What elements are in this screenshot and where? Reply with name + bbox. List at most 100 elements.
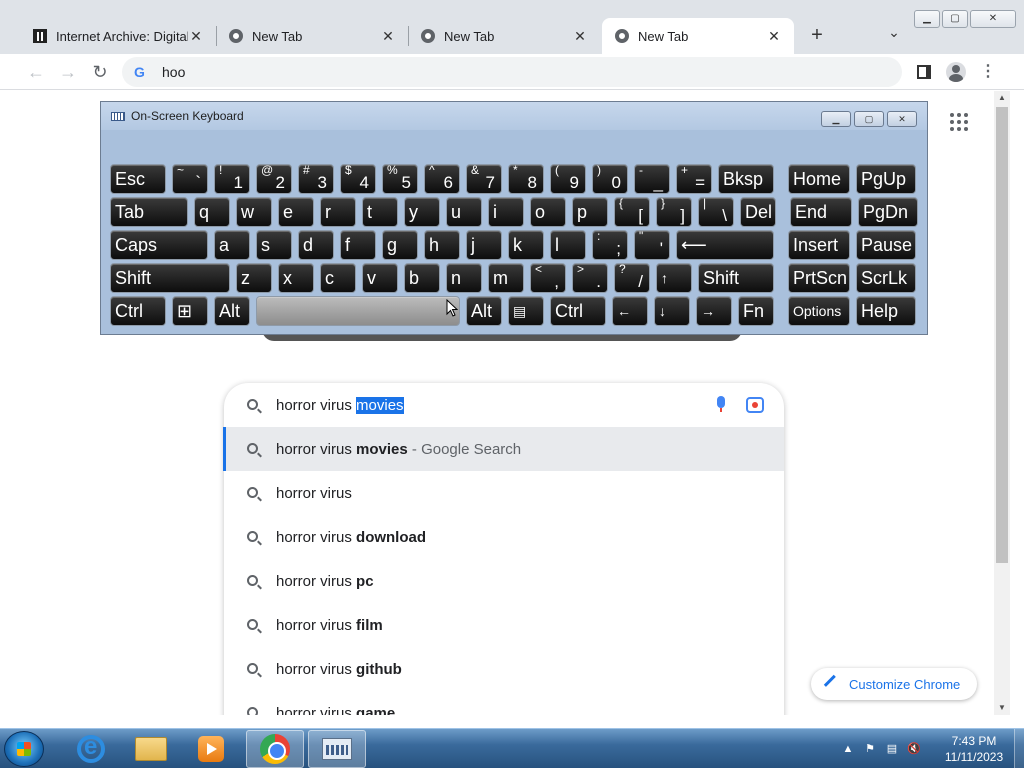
osk-key-6[interactable]: ^ 6 [424,164,460,194]
page-scrollbar[interactable]: ▲ ▼ [994,91,1010,715]
osk-key-2[interactable]: @2 [256,164,292,194]
osk-key-q[interactable]: q [194,197,230,227]
osk-key-o[interactable]: o [530,197,566,227]
start-button[interactable] [4,731,44,767]
osk-key-3[interactable]: #3 [298,164,334,194]
internet-explorer-icon[interactable] [62,730,120,768]
osk-key-g[interactable]: g [382,230,418,260]
osk-key-home[interactable]: Home [788,164,850,194]
osk-key-fn[interactable]: Fn [738,296,774,326]
osk-key-[interactable]: → [696,296,732,326]
osk-key-i[interactable]: i [488,197,524,227]
media-player-icon[interactable] [182,730,240,768]
close-button[interactable]: ✕ [970,10,1016,28]
osk-key-bksp[interactable]: Bksp [718,164,774,194]
osk-key-alt[interactable]: Alt [466,296,502,326]
osk-title-bar[interactable]: On-Screen Keyboard [101,102,927,130]
customize-chrome-button[interactable]: Customize Chrome [811,668,977,700]
osk-key-a[interactable]: a [214,230,250,260]
osk-key-p[interactable]: p [572,197,608,227]
osk-key-scrlk[interactable]: ScrLk [856,263,916,293]
osk-key-[interactable]: ⟵ [676,230,774,260]
osk-key-[interactable]: - _ [634,164,670,194]
osk-key-insert[interactable]: Insert [788,230,850,260]
osk-key-d[interactable]: d [298,230,334,260]
scroll-up-arrow-icon[interactable]: ▲ [994,91,1010,105]
tab-new-tab-1[interactable]: New Tab ✕ [216,18,408,54]
osk-key-space[interactable] [256,296,460,326]
osk-key-prtscn[interactable]: PrtScn [788,263,850,293]
suggestion-item[interactable]: horror virus game [224,691,784,715]
new-tab-button[interactable]: + [806,24,828,46]
file-explorer-icon[interactable] [122,730,180,768]
tab-close-icon[interactable]: ✕ [188,28,204,45]
osk-key-[interactable]: ↑ [656,263,692,293]
osk-key-k[interactable]: k [508,230,544,260]
osk-key-5[interactable]: % 5 [382,164,418,194]
on-screen-keyboard-taskbar-icon[interactable] [308,730,366,768]
osk-key-esc[interactable]: Esc [110,164,166,194]
tab-new-tab-active[interactable]: New Tab ✕ [602,18,794,54]
osk-key-[interactable]: | \ [698,197,734,227]
osk-key-ctrl[interactable]: Ctrl [550,296,606,326]
osk-key-alt[interactable]: Alt [214,296,250,326]
osk-minimize-button[interactable]: ▁ [821,111,851,127]
search-input[interactable]: horror virus movies [224,383,784,427]
osk-key-pause[interactable]: Pause [856,230,916,260]
minimize-button[interactable]: ▁ [914,10,940,28]
chrome-taskbar-icon[interactable] [246,730,304,768]
network-icon[interactable]: ▤ [884,742,900,756]
osk-key-4[interactable]: $4 [340,164,376,194]
osk-key-s[interactable]: s [256,230,292,260]
address-text[interactable]: hoo [162,64,185,80]
tab-internet-archive[interactable]: Internet Archive: Digital ✕ [20,18,216,54]
osk-key-y[interactable]: y [404,197,440,227]
osk-key-[interactable]: >. [572,263,608,293]
back-arrow-icon[interactable]: ← [24,60,48,84]
osk-key-7[interactable]: & 7 [466,164,502,194]
menu-kebab-icon[interactable]: ⋮ [976,60,1000,84]
osk-key-[interactable]: <, [530,263,566,293]
osk-key-n[interactable]: n [446,263,482,293]
profile-avatar-icon[interactable] [944,60,968,84]
osk-close-button[interactable]: ✕ [887,111,917,127]
osk-key-t[interactable]: t [362,197,398,227]
osk-key-[interactable]: ← [612,296,648,326]
osk-key-[interactable]: ⊞ [172,296,208,326]
forward-arrow-icon[interactable]: → [56,60,80,84]
action-center-flag-icon[interactable]: ⚑ [862,742,878,756]
osk-key-[interactable]: " ' [634,230,670,260]
osk-key-9[interactable]: (9 [550,164,586,194]
osk-key-ctrl[interactable]: Ctrl [110,296,166,326]
osk-key-help[interactable]: Help [856,296,916,326]
osk-key-[interactable]: :; [592,230,628,260]
osk-key-end[interactable]: End [790,197,852,227]
osk-key-h[interactable]: h [424,230,460,260]
maximize-button[interactable]: ▢ [942,10,968,28]
osk-key-shift[interactable]: Shift [110,263,230,293]
osk-key-u[interactable]: u [446,197,482,227]
voice-search-mic-icon[interactable] [716,396,726,414]
osk-key-1[interactable]: ! 1 [214,164,250,194]
osk-key-[interactable]: ↓ [654,296,690,326]
osk-key-v[interactable]: v [362,263,398,293]
suggestion-item[interactable]: horror virus [224,471,784,515]
address-bar[interactable]: G hoo [122,57,902,87]
osk-key-0[interactable]: ) 0 [592,164,628,194]
tab-new-tab-2[interactable]: New Tab ✕ [408,18,600,54]
osk-maximize-button[interactable]: ▢ [854,111,884,127]
scroll-down-arrow-icon[interactable]: ▼ [994,701,1010,715]
osk-key-r[interactable]: r [320,197,356,227]
osk-key-[interactable]: }] [656,197,692,227]
reload-icon[interactable]: ↻ [88,60,112,84]
scrollbar-thumb[interactable] [996,107,1008,563]
suggestion-item[interactable]: horror virus download [224,515,784,559]
suggestion-item[interactable]: horror virus github [224,647,784,691]
suggestion-item[interactable]: horror virus movies - Google Search [223,427,784,471]
volume-muted-icon[interactable]: 🔇 [906,742,922,756]
osk-key-tab[interactable]: Tab [110,197,188,227]
osk-key-w[interactable]: w [236,197,272,227]
osk-key-[interactable]: + = [676,164,712,194]
osk-key-shift[interactable]: Shift [698,263,774,293]
osk-key-pgup[interactable]: PgUp [856,164,916,194]
